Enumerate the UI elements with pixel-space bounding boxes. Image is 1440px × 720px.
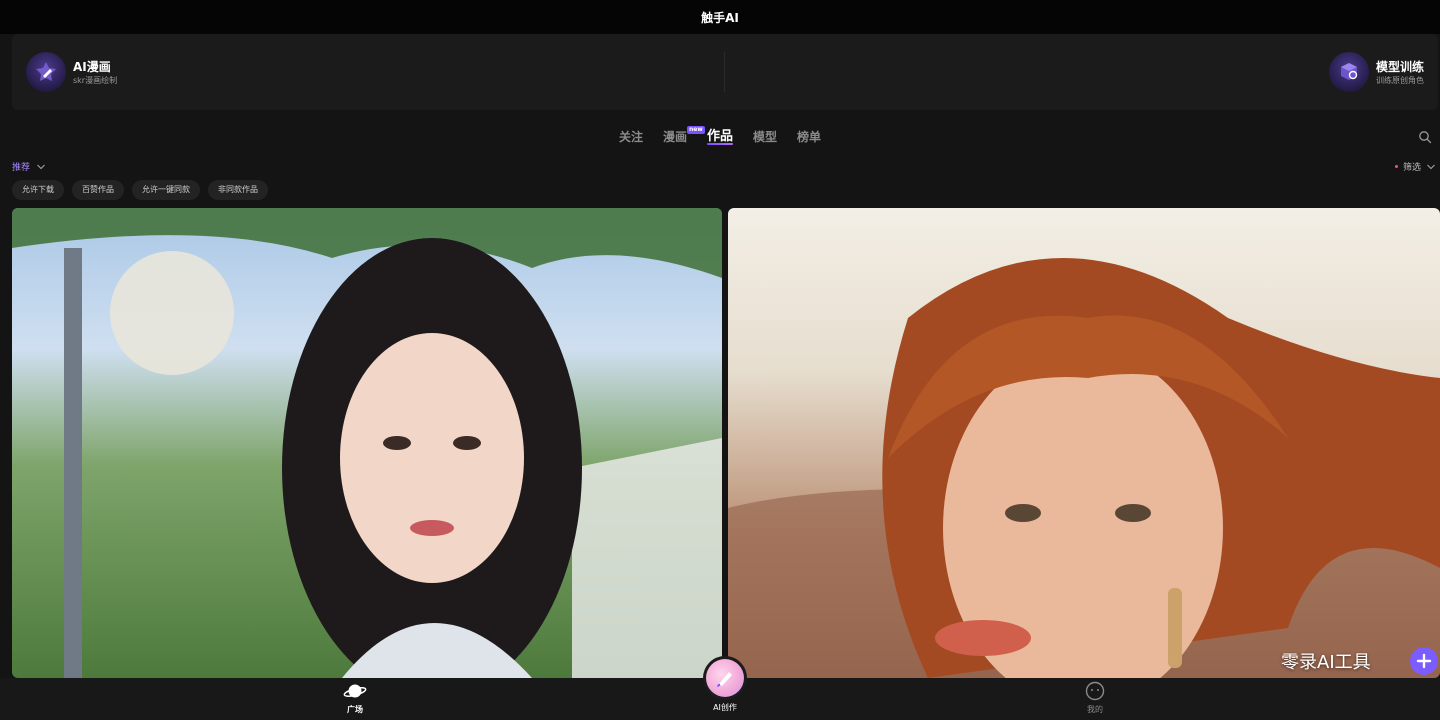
chevron-down-icon [37, 164, 45, 169]
model-training-subtitle: 训练原创角色 [1375, 75, 1424, 85]
add-button[interactable] [1410, 647, 1438, 675]
category-tabs: 关注 漫画 new 作品 模型 榜单 [0, 126, 1440, 147]
nav-square[interactable]: 广场 [325, 681, 385, 715]
app-root: 触手AI AI漫画 skr漫画绘制 模型训练 训练原创角色 关注 漫画 new … [0, 0, 1440, 720]
profile-face-icon [1085, 681, 1105, 701]
portrait-image [12, 208, 722, 678]
nav-mine-label: 我的 [1087, 705, 1103, 714]
comic-pen-icon [26, 52, 66, 92]
chip-allow-download[interactable]: 允许下载 [12, 180, 64, 200]
sort-dropdown[interactable]: 推荐 [12, 160, 46, 173]
search-icon[interactable] [1418, 129, 1434, 145]
tab-rankings[interactable]: 榜单 [797, 127, 821, 147]
work-card-portrait-dark-hair[interactable] [12, 208, 722, 678]
filter-label: 筛选 [1402, 163, 1421, 173]
bottom-nav: 广场 AI创作 我的 [0, 656, 1440, 720]
tab-comic[interactable]: 漫画 new [663, 126, 705, 147]
model-training-entry[interactable]: 模型训练 训练原创角色 [1328, 52, 1424, 92]
nav-mine[interactable]: 我的 [1065, 681, 1125, 715]
chip-one-click-same[interactable]: 允许一键同款 [132, 180, 200, 200]
sort-label: 推荐 [12, 163, 31, 173]
filter-indicator-dot [1394, 165, 1398, 168]
filter-dropdown[interactable]: 筛选 [1394, 160, 1436, 173]
nav-ai-create-label: AI创作 [713, 703, 737, 712]
chip-non-same-works[interactable]: 非同款作品 [208, 180, 268, 200]
plus-icon [1416, 653, 1432, 669]
nav-square-label: 广场 [347, 705, 363, 714]
model-training-title: 模型训练 [1375, 59, 1424, 74]
ai-comic-entry[interactable]: AI漫画 skr漫画绘制 [26, 52, 117, 92]
watermark-text: 零录AI工具 [1281, 652, 1371, 673]
title-bar: 触手AI [0, 0, 1440, 34]
chip-popular-works[interactable]: 百赞作品 [72, 180, 124, 200]
app-title: 触手AI [701, 10, 739, 25]
new-badge: new [686, 126, 705, 134]
model-cube-icon [1328, 52, 1369, 92]
tab-follow[interactable]: 关注 [619, 127, 643, 147]
portrait-image [728, 258, 1440, 678]
chevron-down-icon [1427, 164, 1435, 169]
planet-icon [343, 684, 367, 698]
feature-divider [724, 52, 725, 92]
ai-create-button [703, 656, 747, 700]
tab-works[interactable]: 作品 [706, 127, 734, 147]
work-card-portrait-red-hair[interactable] [728, 208, 1440, 678]
nav-ai-create[interactable]: AI创作 [695, 656, 755, 713]
feature-card: AI漫画 skr漫画绘制 模型训练 训练原创角色 [12, 34, 1438, 110]
ai-comic-title: AI漫画 [73, 59, 111, 74]
tab-models[interactable]: 模型 [753, 127, 777, 147]
brush-icon [706, 659, 744, 697]
ai-comic-subtitle: skr漫画绘制 [73, 75, 118, 85]
filter-chips: 允许下载 百赞作品 允许一键同款 非同款作品 [12, 180, 268, 200]
